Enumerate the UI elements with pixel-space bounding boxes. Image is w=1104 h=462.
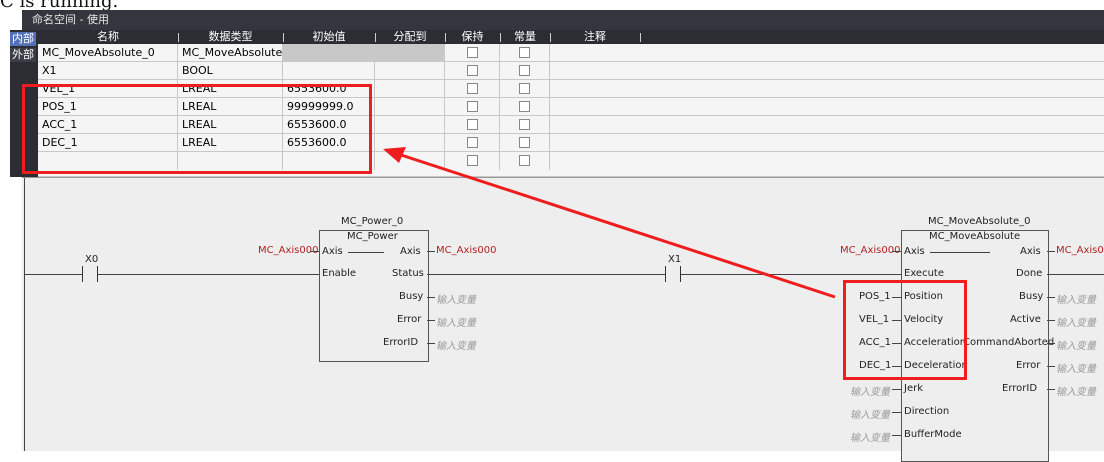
annotation-arrow-icon (383, 147, 836, 299)
